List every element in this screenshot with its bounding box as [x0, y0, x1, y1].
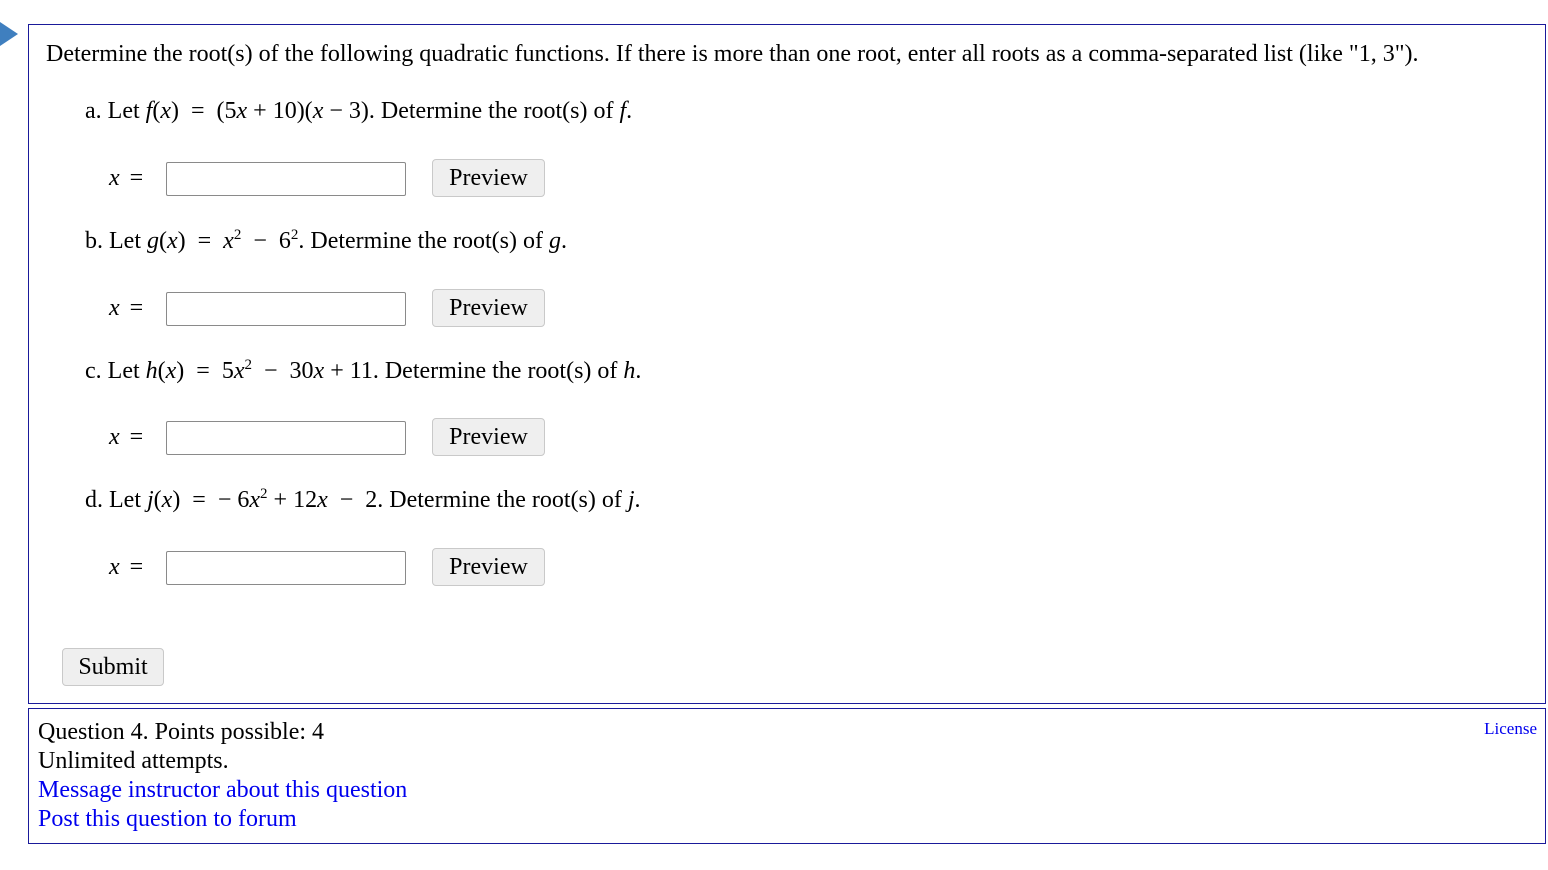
part-b-fn-name: g: [146, 228, 159, 254]
part-b-fn-ref: g: [548, 228, 561, 254]
attempts-info: Unlimited attempts.: [38, 748, 229, 774]
part-d-fn-name: j: [146, 487, 154, 513]
part-d-fn-ref: j: [627, 487, 635, 513]
part-a-text: a. Let f(x) = (5x + 10)(x − 3). Determin…: [85, 98, 633, 124]
play-arrow-icon: [0, 22, 18, 46]
points-info: Question 4. Points possible: 4: [38, 719, 325, 745]
part-c-lead: Let: [107, 358, 140, 384]
question-info-panel: Question 4. Points possible: 4 Unlimited…: [28, 708, 1546, 844]
part-d-text: d. Let j(x) = − 6x2 + 12x − 2. Determine…: [85, 486, 641, 514]
part-c-fn-ref: h: [623, 358, 636, 384]
part-d-preview-button[interactable]: Preview: [432, 548, 545, 586]
question-intro: Determine the root(s) of the following q…: [46, 41, 1419, 67]
part-b-text: b. Let g(x) = x2 − 62. Determine the roo…: [85, 227, 567, 255]
part-a-letter: a.: [85, 98, 102, 124]
part-d-letter: d.: [85, 487, 103, 513]
part-c-fn-name: h: [145, 358, 158, 384]
part-c-letter: c.: [85, 358, 102, 384]
part-d-answer-input[interactable]: [166, 551, 406, 585]
part-b-lead: Let: [109, 228, 141, 254]
part-c-answer-label: x =: [109, 424, 144, 450]
part-c-text: c. Let h(x) = 5x2 − 30x + 11. Determine …: [85, 357, 642, 385]
part-d-lead: Let: [109, 487, 141, 513]
part-a-preview-button[interactable]: Preview: [432, 159, 545, 197]
part-a-fn-name: f: [145, 98, 153, 124]
part-b-answer-input[interactable]: [166, 292, 406, 326]
part-d-answer-label: x =: [109, 554, 144, 580]
part-c-preview-button[interactable]: Preview: [432, 418, 545, 456]
message-instructor-link[interactable]: Message instructor about this question: [38, 777, 407, 803]
license-link[interactable]: License: [1484, 719, 1537, 739]
question-panel: Determine the root(s) of the following q…: [28, 24, 1546, 704]
part-a-fn-ref: f: [619, 98, 627, 124]
part-b-letter: b.: [85, 228, 103, 254]
post-to-forum-link[interactable]: Post this question to forum: [38, 806, 297, 832]
submit-button[interactable]: Submit: [62, 648, 164, 686]
part-c-answer-input[interactable]: [166, 421, 406, 455]
part-b-answer-label: x =: [109, 295, 144, 321]
part-a-answer-input[interactable]: [166, 162, 406, 196]
part-a-answer-label: x =: [109, 165, 144, 191]
part-b-preview-button[interactable]: Preview: [432, 289, 545, 327]
part-a-lead: Let: [107, 98, 140, 124]
